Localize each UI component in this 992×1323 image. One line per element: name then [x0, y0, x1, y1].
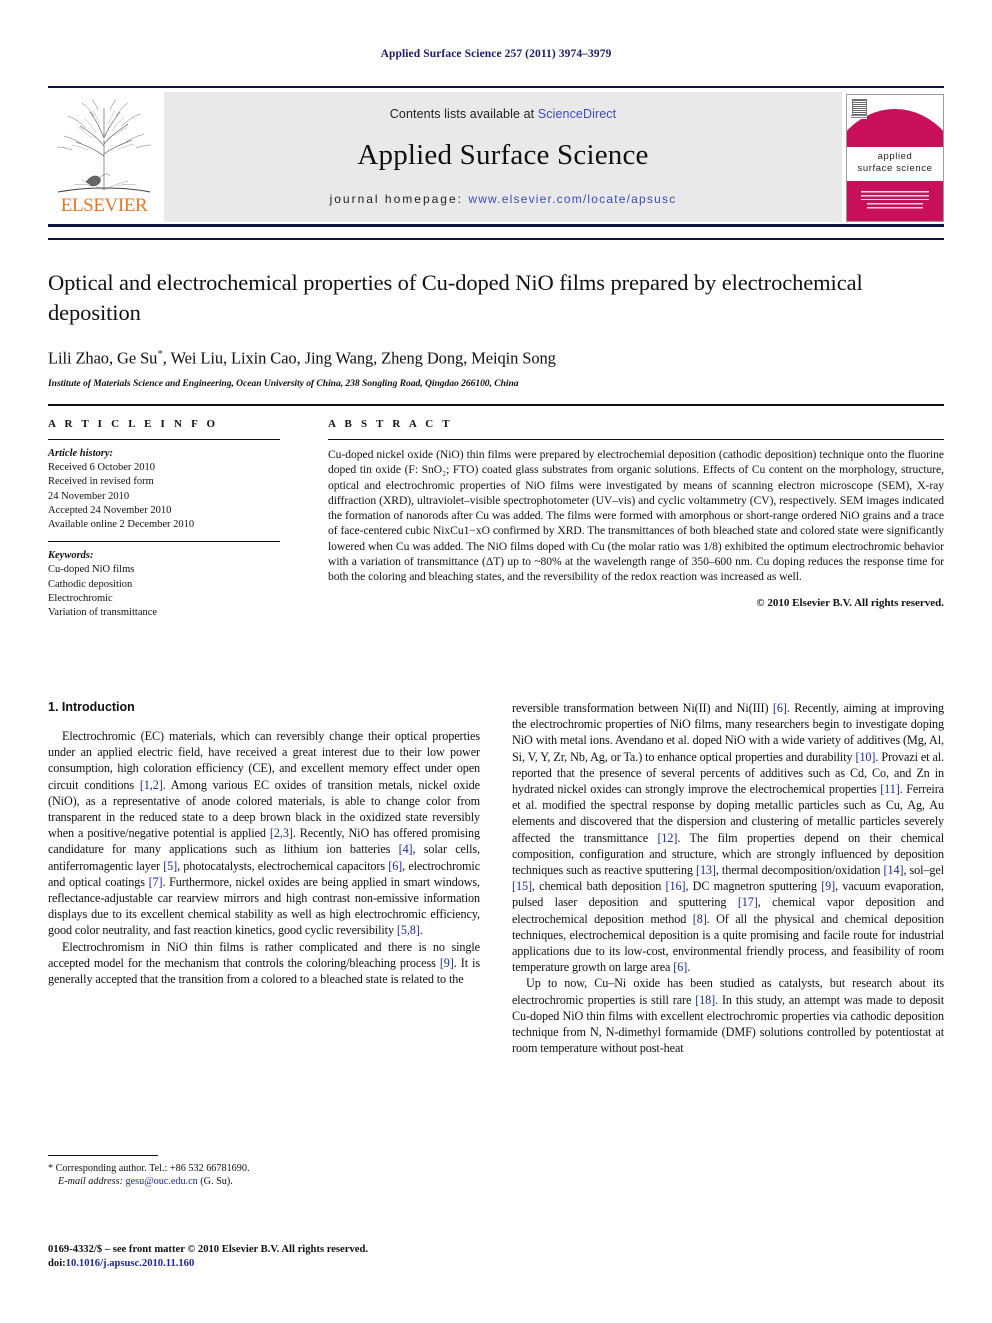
imprint-block: 0169-4332/$ – see front matter © 2010 El…	[48, 1243, 608, 1271]
masthead-bottom-rule-thin	[48, 238, 944, 240]
keyword-item: Electrochromic	[48, 592, 113, 604]
elsevier-wordmark: ELSEVIER	[60, 195, 148, 216]
column-gap	[280, 418, 328, 620]
footnotes: * Corresponding author. Tel.: +86 532 66…	[48, 1155, 480, 1189]
cover-footer-lines	[867, 203, 923, 211]
running-head: Applied Surface Science 257 (2011) 3974–…	[380, 48, 612, 60]
journal-band: Contents lists available at ScienceDirec…	[164, 92, 842, 222]
email-suffix: (G. Su).	[200, 1176, 233, 1188]
keyword-item: Cathodic deposition	[48, 578, 133, 590]
contents-line: Contents lists available at ScienceDirec…	[390, 107, 616, 121]
email-label: E-mail address:	[58, 1176, 123, 1188]
author-list: Lili Zhao, Ge Su*, Wei Liu, Lixin Cao, J…	[48, 348, 556, 368]
keyword-item: Cu-doped NiO films	[48, 564, 135, 576]
email-note: E-mail address: gesu@ouc.edu.cn (G. Su).	[48, 1175, 480, 1188]
paragraph: Electrochromic (EC) materials, which can…	[48, 729, 481, 938]
history-item: 24 November 2010	[48, 490, 130, 502]
email-link[interactable]: gesu@ouc.edu.cn	[126, 1176, 198, 1187]
article-info-heading: A R T I C L E I N F O	[48, 418, 219, 430]
history-item: Received 6 October 2010	[48, 462, 156, 474]
body-column-gap	[480, 700, 512, 1056]
contents-prefix: Contents lists available at	[389, 106, 538, 121]
sciencedirect-link[interactable]: ScienceDirect	[538, 107, 616, 121]
title-block: Optical and electrochemical properties o…	[48, 268, 944, 389]
cover-title: applied surface science	[847, 151, 943, 175]
corresponding-author-note: * Corresponding author. Tel.: +86 532 66…	[48, 1163, 250, 1174]
masthead-bottom-rule	[48, 224, 944, 227]
journal-homepage-link[interactable]: www.elsevier.com/locate/apsusc	[468, 192, 676, 206]
imprint-line: 0169-4332/$ – see front matter © 2010 El…	[48, 1244, 368, 1255]
cover-elsevier-mini-icon	[852, 99, 867, 116]
affiliation: Institute of Materials Science and Engin…	[48, 377, 519, 389]
copyright-line: © 2010 Elsevier B.V. All rights reserved…	[756, 596, 944, 609]
journal-masthead: ELSEVIER Contents lists available at Sci…	[48, 86, 944, 222]
article-history-group: Article history: Received 6 October 2010…	[48, 447, 280, 532]
keywords-group: Keywords: Cu-doped NiO films Cathodic de…	[48, 549, 280, 620]
paragraph: reversible transformation between Ni(II)…	[512, 701, 945, 975]
article-history-label: Article history:	[48, 448, 114, 459]
paper-page: Applied Surface Science 257 (2011) 3974–…	[0, 0, 992, 1323]
journal-title: Applied Surface Science	[357, 138, 649, 171]
history-item: Accepted 24 November 2010	[48, 504, 172, 516]
cover-lower-block	[847, 181, 943, 221]
elsevier-tree-icon	[56, 98, 152, 193]
body-area: 1. Introduction Electrochromic (EC) mate…	[48, 700, 944, 1056]
homepage-prefix: journal homepage:	[329, 191, 463, 206]
footnote-rule	[48, 1155, 158, 1156]
elsevier-logo: ELSEVIER	[48, 92, 160, 222]
history-item: Received in revised form	[48, 476, 154, 488]
article-info-column: A R T I C L E I N F O Article history: R…	[48, 418, 280, 620]
article-info-rule	[48, 439, 280, 440]
right-column: reversible transformation between Ni(II)…	[512, 700, 944, 1056]
doi-link[interactable]: 10.1016/j.apsusc.2010.11.160	[66, 1258, 195, 1269]
section-heading-introduction: 1. Introduction	[48, 700, 135, 714]
abstract-column: A B S T R A C T Cu-doped nickel oxide (N…	[328, 418, 944, 620]
paragraph: Up to now, Cu–Ni oxide has been studied …	[512, 976, 945, 1056]
abstract-text: Cu-doped nickel oxide (NiO) thin films w…	[328, 448, 944, 584]
abstract-rule	[328, 439, 944, 440]
paragraph: Electrochromism in NiO thin films is rat…	[48, 939, 481, 987]
cover-subtitle-lines	[861, 191, 929, 200]
journal-cover-thumbnail: applied surface science	[846, 94, 944, 222]
journal-homepage-line: journal homepage: www.elsevier.com/locat…	[330, 192, 677, 206]
history-item: Available online 2 December 2010	[48, 519, 195, 531]
title-bottom-rule	[48, 404, 944, 406]
doi-label: doi:	[48, 1258, 66, 1269]
keywords-rule	[48, 541, 280, 543]
cover-mini-text-lines	[851, 115, 867, 119]
doi-line: doi:10.1016/j.apsusc.2010.11.160	[48, 1257, 608, 1271]
cover-title-line1: applied	[877, 151, 913, 162]
keyword-item: Variation of transmittance	[48, 607, 158, 619]
keywords-label: Keywords:	[48, 550, 94, 562]
abstract-heading: A B S T R A C T	[328, 418, 453, 430]
left-column: 1. Introduction Electrochromic (EC) mate…	[48, 700, 480, 1056]
cover-title-line2: surface science	[857, 163, 933, 174]
page-title: Optical and electrochemical properties o…	[48, 270, 863, 325]
info-abstract-area: A R T I C L E I N F O Article history: R…	[48, 418, 944, 620]
